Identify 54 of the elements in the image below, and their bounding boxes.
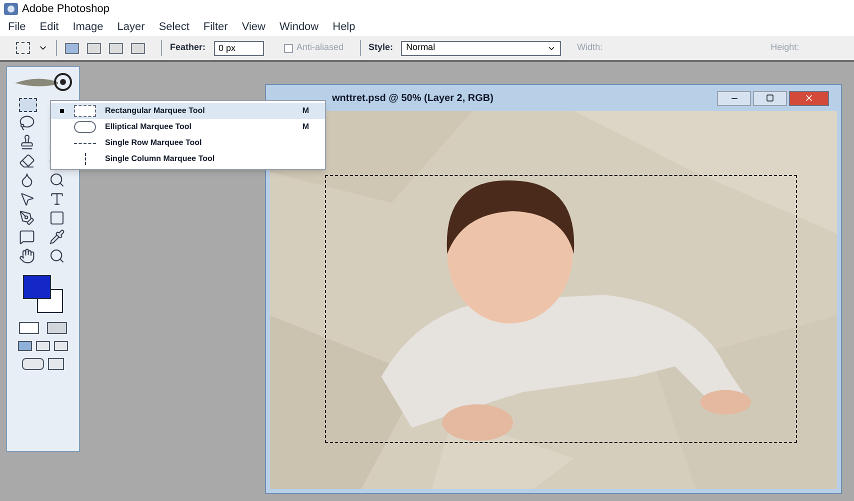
flyout-menu-item[interactable]: Single Row Marquee Tool <box>51 135 325 151</box>
style-value: Normal <box>406 41 436 54</box>
quick-mask-icon[interactable] <box>47 322 67 334</box>
add-selection-icon[interactable] <box>87 42 101 54</box>
app-logo-icon <box>4 3 18 15</box>
flyout-menu-item[interactable]: Single Column Marquee Tool <box>51 151 325 167</box>
hand-icon[interactable] <box>19 248 35 264</box>
screen-mode-icon[interactable] <box>36 341 50 351</box>
feather-logo-icon <box>13 71 73 93</box>
rectangle-icon[interactable] <box>49 210 65 226</box>
pointer-icon[interactable] <box>19 191 35 207</box>
feather-label: Feather: <box>170 41 206 54</box>
screen-mode-icon[interactable] <box>18 341 32 351</box>
subtract-selection-icon[interactable] <box>109 42 123 54</box>
intersect-selection-icon[interactable] <box>131 42 145 54</box>
pen-icon[interactable] <box>19 210 35 226</box>
menu-item[interactable]: Help <box>332 18 356 36</box>
zoom-icon[interactable] <box>49 248 65 264</box>
menu-item[interactable]: View <box>242 18 266 36</box>
stamp-icon[interactable] <box>19 134 35 150</box>
height-label: Height: <box>770 41 800 54</box>
lasso-icon[interactable] <box>19 115 35 131</box>
note-icon[interactable] <box>19 229 35 245</box>
magnifier-icon[interactable] <box>49 172 65 188</box>
new-selection-icon[interactable] <box>65 42 79 54</box>
menu-item[interactable]: Layer <box>117 18 145 36</box>
feather-field[interactable]: 0 px <box>214 40 264 56</box>
rectangle-marquee-icon <box>74 105 96 117</box>
maximize-icon <box>766 94 774 102</box>
drop-icon[interactable] <box>19 172 35 188</box>
selected-bullet-icon <box>60 109 64 113</box>
maximize-button[interactable] <box>753 90 787 106</box>
menu-item[interactable]: File <box>8 18 26 36</box>
menu-item[interactable]: Select <box>158 18 190 36</box>
type-icon[interactable] <box>49 191 65 207</box>
screen-mode-icon[interactable] <box>54 341 68 351</box>
marquee-tool-icon[interactable] <box>19 98 37 112</box>
window-title: Adobe Photoshop <box>22 2 110 17</box>
menu-item[interactable]: Window <box>280 18 319 36</box>
menu-item[interactable]: Edit <box>40 18 59 36</box>
style-dropdown[interactable]: Normal <box>401 40 562 56</box>
close-icon <box>804 93 814 103</box>
eyedropper-icon[interactable] <box>49 229 65 245</box>
flyout-menu-item[interactable]: Elliptical Marquee Tool M <box>51 119 325 135</box>
marquee-tool-icon[interactable] <box>16 42 30 54</box>
document-title: wnttret.psd @ 50% (Layer 2, RGB) <box>331 92 494 106</box>
menu-item[interactable]: Image <box>72 18 104 36</box>
flyout-menu-item[interactable]: Rectangular Marquee Tool M <box>51 103 325 119</box>
eraser-icon[interactable] <box>19 153 35 169</box>
width-label: Width: <box>577 41 603 54</box>
style-label: Style: <box>368 41 394 54</box>
standard-mode-icon[interactable] <box>19 322 39 334</box>
ellipse-marquee-icon <box>74 121 96 133</box>
menu-item[interactable]: Filter <box>203 18 228 36</box>
